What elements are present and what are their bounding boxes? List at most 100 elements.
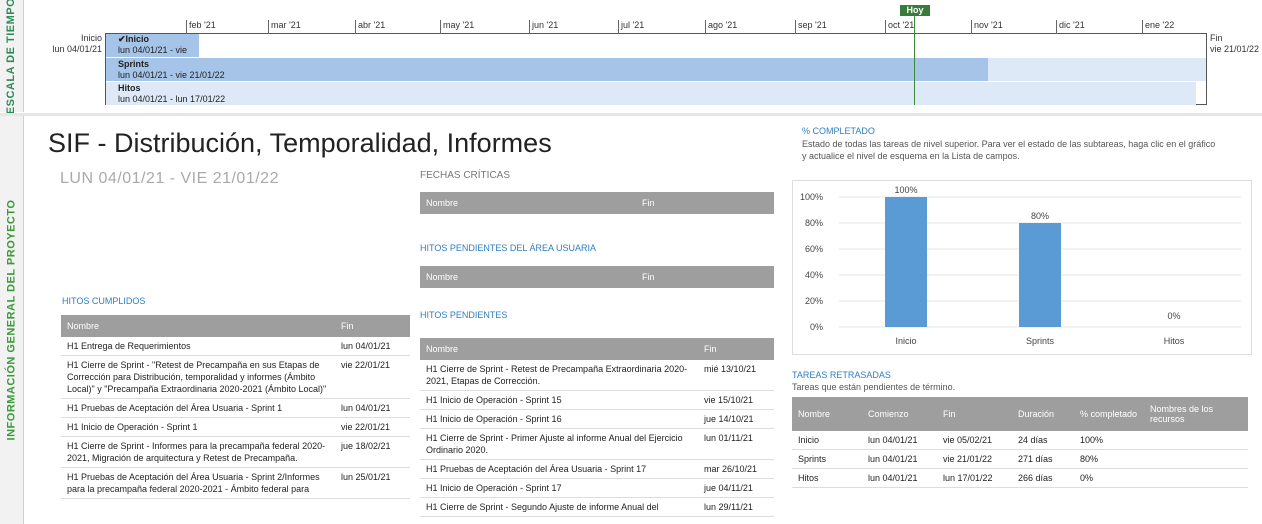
- table-row[interactable]: H1 Inicio de Operación - Sprint 15 vie 15…: [420, 390, 774, 410]
- table-cell: vie 22/01/21: [335, 355, 410, 399]
- table-row[interactable]: H1 Inicio de Operación - Sprint 16 jue 14…: [420, 409, 774, 429]
- completado-description: Estado de todas las tareas de nivel supe…: [802, 139, 1216, 161]
- timeline-start: Inicio lun 04/01/21: [42, 33, 102, 55]
- column-header[interactable]: Fin: [636, 192, 774, 214]
- timeline-row-dates: lun 04/01/21 - vie 21/01/22: [118, 70, 225, 80]
- column-header[interactable]: Fin: [698, 338, 774, 360]
- column-header[interactable]: Nombre: [420, 192, 636, 214]
- table-row[interactable]: H1 Entrega de Requerimientos lun 04/01/21: [61, 337, 410, 356]
- tareas-retrasadas-table: Nombre Comienzo Fin Duración % completad…: [792, 397, 1248, 488]
- table-header-row: Nombre Fin: [420, 266, 774, 288]
- table-row[interactable]: H1 Cierre de Sprint - Primer Ajuste al i…: [420, 428, 774, 460]
- hitos-cumplidos-table: Nombre Fin H1 Entrega de Requerimientos l…: [61, 315, 410, 499]
- month-tick: feb '21: [186, 20, 216, 34]
- table-cell: H1 Inicio de Operación - Sprint 15: [420, 390, 698, 410]
- table-row[interactable]: H1 Cierre de Sprint - Segundo Ajuste de …: [420, 497, 774, 517]
- tareas-retrasadas-heading: TAREAS RETRASADAS: [792, 370, 891, 380]
- column-header[interactable]: Comienzo: [862, 397, 937, 431]
- column-header[interactable]: Nombre: [420, 338, 698, 360]
- table-row[interactable]: H1 Inicio de Operación - Sprint 1 vie 22/…: [61, 417, 410, 437]
- table-header-row: Nombre Fin: [420, 192, 774, 214]
- timeline-row-inicio[interactable]: ✔Inicio lun 04/01/21 - vie: [118, 34, 187, 56]
- today-badge: Hoy: [900, 5, 930, 16]
- table-cell: H1 Inicio de Operación - Sprint 16: [420, 409, 698, 429]
- month-tick: jul '21: [618, 20, 644, 34]
- timeline-side-label: ESCALA DE TIEMPO: [0, 0, 24, 115]
- table-row[interactable]: H1 Pruebas de Aceptación del Área Usuari…: [61, 398, 410, 418]
- table-cell: vie 15/10/21: [698, 390, 774, 410]
- section-divider: [0, 113, 1262, 116]
- timeline-side-label-text: ESCALA DE TIEMPO: [5, 0, 18, 115]
- column-header[interactable]: Nombre: [420, 266, 636, 288]
- table-cell: 266 días: [1012, 468, 1074, 488]
- timeline-bar-hitos[interactable]: [106, 82, 1196, 105]
- table-row[interactable]: Sprints lun 04/01/21 vie 21/01/22 271 días 8…: [792, 449, 1248, 469]
- column-header[interactable]: Nombre: [792, 397, 862, 431]
- table-cell: H1 Cierre de Sprint - Primer Ajuste al i…: [420, 428, 698, 460]
- timeline-row-title: Hitos: [118, 83, 141, 93]
- table-cell: Inicio: [792, 431, 862, 450]
- table-row[interactable]: Hitos lun 04/01/21 lun 17/01/22 266 días 0%: [792, 468, 1248, 488]
- table-cell: H1 Entrega de Requerimientos: [61, 337, 335, 356]
- fechas-criticas-heading: FECHAS CRÍTICAS: [420, 170, 511, 181]
- table-cell: H1 Inicio de Operación - Sprint 17: [420, 478, 698, 498]
- timeline-bar-sprints-done[interactable]: [106, 58, 988, 81]
- completado-chart[interactable]: 0% 20% 40% 60% 80% 100% 100% Inicio 80% Sprints 0%…: [792, 180, 1252, 355]
- table-cell: lun 25/01/21: [335, 467, 410, 499]
- table-row[interactable]: H1 Pruebas de Aceptación del Área Usuari…: [61, 467, 410, 499]
- timeline-row-sprints[interactable]: Sprints lun 04/01/21 - vie 21/01/22: [118, 59, 225, 81]
- bar: [1019, 223, 1061, 327]
- table-cell: lun 17/01/22: [937, 468, 1012, 488]
- table-cell: [1144, 431, 1248, 450]
- table-row[interactable]: H1 Cierre de Sprint - "Retest de Precamp…: [61, 355, 410, 399]
- month-tick: oct '21: [885, 20, 914, 34]
- month-tick: mar '21: [268, 20, 301, 34]
- table-row[interactable]: H1 Cierre de Sprint - Retest de Precampa…: [420, 360, 774, 391]
- table-cell: mié 13/10/21: [698, 360, 774, 391]
- table-cell: Sprints: [792, 449, 862, 469]
- table-cell: lun 01/11/21: [698, 428, 774, 460]
- timeline-end-label: Fin: [1210, 33, 1223, 43]
- timeline-end: Fin vie 21/01/22: [1210, 33, 1259, 55]
- completado-heading: % COMPLETADO: [802, 126, 875, 136]
- table-cell: vie 22/01/21: [335, 417, 410, 437]
- y-tick-label: 80%: [805, 218, 823, 228]
- table-header-row: Nombre Fin: [420, 338, 774, 360]
- timeline-bar-sprints-remaining[interactable]: [988, 58, 1206, 81]
- column-header[interactable]: Nombre: [61, 315, 335, 337]
- table-cell: lun 04/01/21: [862, 449, 937, 469]
- table-header-row: Nombre Comienzo Fin Duración % completad…: [792, 397, 1248, 431]
- timeline-start-label: Inicio: [80, 33, 102, 43]
- table-cell: 24 días: [1012, 431, 1074, 450]
- month-tick: sep '21: [795, 20, 827, 34]
- table-cell: vie 21/01/22: [937, 449, 1012, 469]
- hitos-pendientes-heading: HITOS PENDIENTES: [420, 310, 508, 320]
- table-cell: lun 04/01/21: [862, 431, 937, 450]
- data-label: 0%: [1167, 311, 1180, 321]
- table-cell: mar 26/10/21: [698, 459, 774, 479]
- month-tick: may '21: [440, 20, 474, 34]
- month-tick: dic '21: [1056, 20, 1085, 34]
- x-tick-label: Sprints: [1026, 336, 1055, 346]
- column-header[interactable]: % completado: [1074, 397, 1144, 431]
- table-row[interactable]: H1 Pruebas de Aceptación del Área Usuari…: [420, 459, 774, 479]
- table-row[interactable]: H1 Inicio de Operación - Sprint 17 jue 04…: [420, 478, 774, 498]
- table-cell: 0%: [1074, 468, 1144, 488]
- timeline-row-hitos[interactable]: Hitos lun 04/01/21 - lun 17/01/22: [118, 83, 225, 105]
- table-row[interactable]: Inicio lun 04/01/21 vie 05/02/21 24 días 100…: [792, 431, 1248, 450]
- column-header[interactable]: Fin: [636, 266, 774, 288]
- column-header[interactable]: Nombres de los recursos: [1144, 397, 1248, 431]
- check-icon: ✔: [118, 34, 126, 44]
- timeline-row-title: Sprints: [118, 59, 150, 69]
- column-header[interactable]: Fin: [335, 315, 410, 337]
- column-header[interactable]: Fin: [937, 397, 1012, 431]
- timeline-panel: ESCALA DE TIEMPO feb '21 mar '21 abr '21 ma…: [0, 0, 1262, 115]
- table-body: H1 Entrega de Requerimientos lun 04/01/21…: [61, 337, 410, 499]
- column-header[interactable]: Duración: [1012, 397, 1074, 431]
- table-cell: lun 04/01/21: [862, 468, 937, 488]
- month-tick: ago '21: [705, 20, 737, 34]
- hitos-pendientes-table: Nombre Fin H1 Cierre de Sprint - Retest …: [420, 338, 774, 517]
- completado-chart-svg: 0% 20% 40% 60% 80% 100% 100% Inicio 80% Sprints 0%…: [800, 185, 1241, 346]
- table-cell: lun 29/11/21: [698, 497, 774, 517]
- table-row[interactable]: H1 Cierre de Sprint - Informes para la p…: [61, 436, 410, 468]
